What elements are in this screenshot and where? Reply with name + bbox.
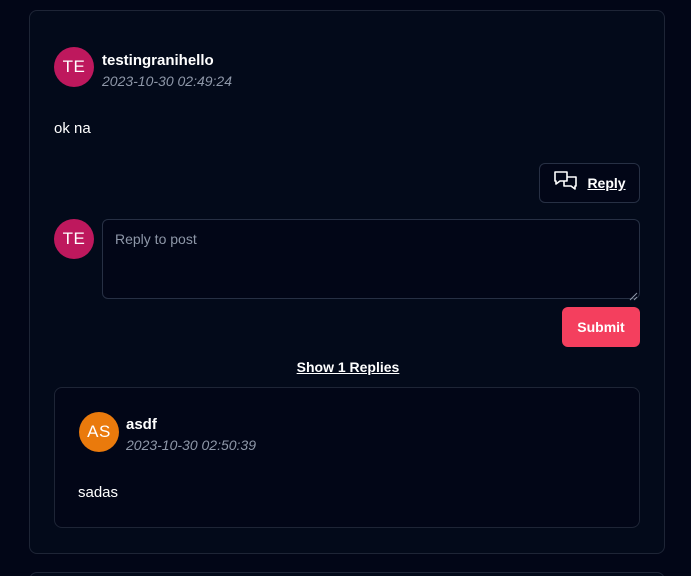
composer-avatar: TE [54, 219, 94, 259]
author-name[interactable]: testingranihello [102, 52, 214, 69]
show-replies: Show 1 Replies [30, 359, 666, 375]
reply-body: sadas [78, 484, 119, 501]
reply-button[interactable]: Reply [539, 163, 640, 203]
submit-button[interactable]: Submit [562, 307, 640, 347]
post-card: TE testingranihello 2023-10-30 02:49:24 … [29, 10, 665, 554]
reply-author-name[interactable]: asdf [126, 416, 157, 433]
resize-grip-icon[interactable] [629, 288, 638, 301]
reply-input[interactable] [102, 219, 640, 299]
chat-bubbles-icon [553, 170, 579, 197]
author-avatar: TE [54, 47, 94, 87]
show-replies-link[interactable]: Show 1 Replies [297, 359, 400, 375]
reply-author-avatar: AS [79, 412, 119, 452]
reply-timestamp: 2023-10-30 02:50:39 [126, 437, 256, 453]
post-timestamp: 2023-10-30 02:49:24 [102, 73, 232, 89]
reply-button-label: Reply [587, 175, 626, 191]
next-post-card [29, 572, 665, 576]
reply-card: AS asdf 2023-10-30 02:50:39 sadas [54, 387, 640, 528]
post-body: ok na [54, 120, 91, 137]
page: TE testingranihello 2023-10-30 02:49:24 … [0, 0, 691, 576]
